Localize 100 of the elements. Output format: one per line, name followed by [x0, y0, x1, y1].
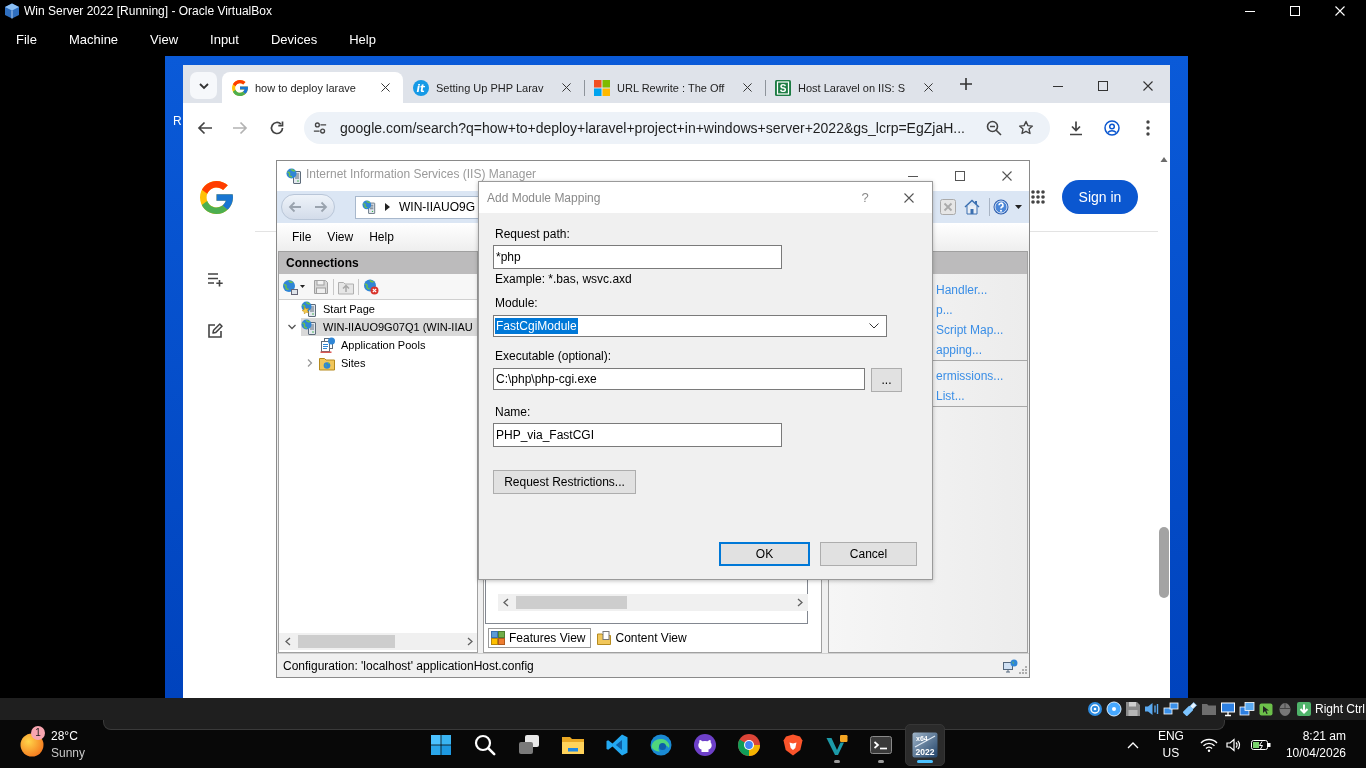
text-field[interactable]: PHP_via_FastCGI	[493, 423, 782, 447]
mouse-icon[interactable]	[1277, 701, 1293, 717]
menu-item[interactable]: File	[16, 31, 37, 47]
network-icon[interactable]	[1163, 701, 1179, 717]
host-key-label: Right Ctrl	[1315, 702, 1365, 716]
download-icon[interactable]	[1068, 119, 1084, 136]
plus-icon[interactable]	[960, 78, 972, 90]
close-icon[interactable]	[924, 83, 933, 92]
battery-icon[interactable]	[1250, 739, 1271, 751]
close-icon[interactable]	[743, 83, 752, 92]
close-icon[interactable]	[904, 192, 914, 203]
floppy-icon[interactable]	[1125, 701, 1141, 717]
clock[interactable]: 8:21 am 10/04/2026	[1285, 728, 1346, 762]
browser-tab[interactable]: how to deploy larave	[222, 72, 403, 103]
menu-item[interactable]: Machine	[68, 31, 119, 47]
dialog-title: Add Module Mapping	[487, 190, 601, 205]
dialog-button[interactable]: Cancel	[820, 542, 917, 566]
tree-item[interactable]: Sites	[319, 354, 477, 372]
wifi-icon[interactable]	[1199, 738, 1218, 752]
home-icon[interactable]	[964, 199, 980, 215]
maximize-icon[interactable]	[1098, 81, 1108, 91]
menu-item[interactable]: Help	[369, 230, 394, 244]
chevron-down-icon[interactable]	[287, 322, 297, 332]
request-restrictions-button[interactable]: Request Restrictions...	[493, 470, 636, 494]
disc-icon[interactable]	[1087, 701, 1103, 717]
close-icon[interactable]	[562, 83, 571, 92]
desktop-icon-label[interactable]: R	[173, 114, 182, 128]
account-icon[interactable]	[1104, 119, 1120, 136]
back-arrow-icon[interactable]	[197, 119, 213, 136]
maximize-icon[interactable]	[955, 171, 965, 181]
folder-icon	[597, 631, 612, 645]
monitor-icon[interactable]	[1220, 701, 1236, 717]
breadcrumb-item[interactable]: WIN-IIAUO9G	[399, 200, 475, 214]
triangle-right-icon[interactable]	[385, 203, 390, 211]
view-tab[interactable]: Features View	[488, 628, 592, 648]
edge-icon	[649, 733, 673, 757]
menu-item[interactable]: Devices	[270, 31, 318, 47]
close-icon[interactable]	[381, 83, 390, 92]
view-tab[interactable]: Content View	[594, 628, 693, 648]
tab-list-button[interactable]	[190, 72, 217, 99]
caret-icon[interactable]	[300, 285, 305, 288]
disconnect-icon[interactable]	[363, 278, 379, 295]
tree-item[interactable]: Application Pools	[319, 336, 477, 354]
weather-widget[interactable]: 28°C Sunny	[51, 728, 86, 762]
download-arrow-icon[interactable]	[1296, 701, 1312, 717]
scrollbar[interactable]	[498, 594, 808, 611]
tree-item[interactable]: Start Page	[301, 300, 477, 318]
speaker-icon[interactable]	[1224, 737, 1241, 753]
menu-item[interactable]: File	[292, 230, 312, 244]
help-icon[interactable]	[993, 199, 1009, 215]
list-add-icon[interactable]	[207, 271, 223, 287]
help-button[interactable]: ?	[858, 188, 872, 207]
menu-icon[interactable]	[1146, 119, 1150, 136]
usb-stick-icon[interactable]	[1182, 701, 1198, 717]
close-icon[interactable]	[1002, 171, 1012, 181]
sign-in-button[interactable]: Sign in	[1062, 179, 1138, 214]
edit-icon[interactable]	[207, 323, 223, 339]
close-icon[interactable]	[1143, 81, 1153, 91]
zoom-out-icon[interactable]	[986, 119, 1002, 136]
tune-icon[interactable]	[313, 120, 327, 135]
screens-icon[interactable]	[1239, 701, 1255, 717]
globe-icon[interactable]	[282, 278, 298, 295]
status-text: Configuration: 'localhost' applicationHost.config	[283, 658, 534, 673]
star-icon[interactable]	[1018, 119, 1034, 136]
pages-icon	[319, 337, 335, 353]
caret-icon[interactable]	[1015, 205, 1022, 209]
cd-icon[interactable]	[1106, 701, 1122, 717]
speaker-icon[interactable]	[1144, 701, 1160, 717]
browser-tab[interactable]: URL Rewrite : The Off	[584, 72, 765, 103]
apps-grid-icon[interactable]	[1031, 189, 1045, 204]
text-field[interactable]: C:\php\php-cgi.exe	[493, 368, 865, 390]
field-label: Executable (optional):	[495, 348, 612, 364]
dialog-button[interactable]: OK	[719, 542, 810, 566]
app-logo-icon	[825, 733, 849, 757]
menu-item[interactable]: Input	[210, 31, 239, 47]
language-indicator[interactable]: ENG US	[1150, 728, 1191, 762]
google-logo-icon[interactable]	[200, 181, 233, 214]
task-view-icon	[517, 733, 541, 757]
browser-tab[interactable]: S Host Laravel on IIS: S	[765, 72, 946, 103]
folder-globe-icon	[319, 355, 335, 371]
chevron-up-icon[interactable]	[1126, 741, 1139, 749]
menu-item[interactable]: View	[327, 230, 354, 244]
reload-icon[interactable]	[269, 119, 285, 136]
address-bar[interactable]: google.com/search?q=how+to+deploy+laravel+project+in+windows+server+2022&gs_lcrp=EgZjaH...	[304, 111, 1050, 144]
cursor-icon[interactable]	[1258, 701, 1274, 717]
tree-item[interactable]: WIN-IIAUO9G07Q1 (WIN-IIAU	[301, 318, 477, 336]
browser-tab[interactable]: it Setting Up PHP Larav	[403, 72, 584, 103]
four-squares-icon	[594, 79, 610, 96]
text-field[interactable]: *php	[493, 245, 782, 269]
menu-item[interactable]: Help	[349, 31, 376, 47]
field-label: Name:	[495, 404, 531, 420]
resize-grip-icon[interactable]	[1019, 665, 1027, 674]
browse-button[interactable]: ...	[871, 368, 902, 392]
menu-item[interactable]: View	[150, 31, 179, 47]
scrollbar[interactable]	[279, 633, 477, 650]
window-title: Internet Information Services (IIS) Manager	[306, 167, 537, 181]
module-dropdown[interactable]: FastCgiModule	[493, 315, 887, 337]
pane-header: Connections	[279, 252, 477, 274]
field-label: Request path:	[495, 226, 570, 242]
dropdown-value: FastCgiModule	[495, 318, 578, 334]
